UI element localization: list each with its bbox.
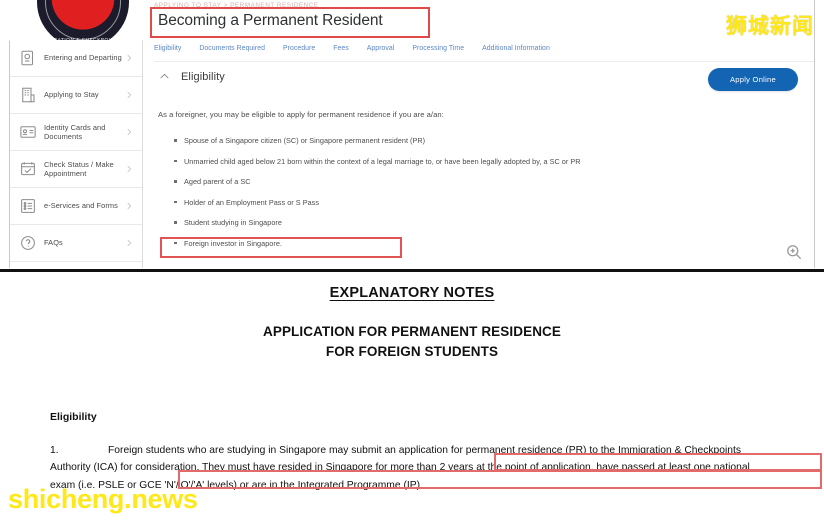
sidebar-item-check-status[interactable]: Check Status / Make Appointment — [10, 151, 142, 188]
sidebar-nav: Entering and Departing Applying to Stay — [10, 40, 143, 268]
tab-fees[interactable]: Fees — [333, 45, 358, 52]
sidebar-item-label: Applying to Stay — [44, 90, 99, 100]
sidebar-item-identity-cards[interactable]: Identity Cards and Documents — [10, 114, 142, 151]
eligibility-lead-text: As a foreigner, you may be eligible to a… — [158, 110, 444, 119]
section-title: Eligibility — [181, 70, 225, 83]
document-subheading-line2: FOR FOREIGN STUDENTS — [325, 344, 499, 359]
page-title: Becoming a Permanent Resident — [158, 12, 383, 29]
sidebar-item-label: e-Services and Forms — [44, 201, 118, 211]
chevron-right-icon — [124, 53, 134, 63]
chevron-right-icon — [124, 238, 134, 248]
passport-icon — [19, 49, 37, 67]
ica-website-panel: IMMIGRATION & CHECKPOINTS AUTHORITY Ente… — [0, 0, 824, 272]
id-card-icon — [19, 123, 37, 141]
eligibility-bullet-list: Spouse of a Singapore citizen (SC) or Si… — [172, 136, 581, 259]
zoom-in-icon[interactable] — [784, 242, 804, 262]
tab-eligibility[interactable]: Eligibility — [154, 45, 190, 52]
document-heading: EXPLANATORY NOTES — [329, 285, 495, 301]
tab-approval[interactable]: Approval — [367, 45, 404, 52]
chevron-right-icon — [124, 127, 134, 137]
tab-procedure[interactable]: Procedure — [283, 45, 324, 52]
list-item: Holder of an Employment Pass or S Pass — [172, 198, 581, 207]
tabs-divider — [154, 61, 814, 62]
list-item: Spouse of a Singapore citizen (SC) or Si… — [172, 136, 581, 145]
logo-area: IMMIGRATION & CHECKPOINTS AUTHORITY — [9, 0, 143, 48]
tab-additional-information[interactable]: Additional Information — [482, 45, 559, 52]
sidebar-item-label: Entering and Departing — [44, 53, 122, 63]
eligibility-section-header[interactable]: Eligibility — [158, 70, 225, 83]
tab-processing-time[interactable]: Processing Time — [412, 45, 473, 52]
watermark-top-right: 狮城新闻 — [726, 14, 814, 38]
list-item: Unmarried child aged below 21 born withi… — [172, 157, 581, 166]
document-section-label: Eligibility — [50, 411, 97, 423]
screenshot-root: IMMIGRATION & CHECKPOINTS AUTHORITY Ente… — [0, 0, 824, 520]
sidebar-item-applying-to-stay[interactable]: Applying to Stay — [10, 77, 142, 114]
document-subheading: APPLICATION FOR PERMANENT RESIDENCE FOR … — [0, 322, 824, 362]
calendar-check-icon — [19, 160, 37, 178]
watermark-bottom-left: shicheng.news — [8, 484, 198, 514]
tab-documents-required[interactable]: Documents Required — [199, 45, 274, 52]
chevron-right-icon — [124, 90, 134, 100]
sidebar-item-label: Check Status / Make Appointment — [44, 159, 114, 178]
apply-online-button[interactable]: Apply Online — [707, 68, 798, 91]
list-item: Foreign investor in Singapore. — [172, 239, 581, 248]
list-item: Student studying in Singapore — [172, 218, 581, 227]
chevron-up-icon[interactable] — [158, 70, 171, 83]
sidebar-item-eservices-forms[interactable]: e-Services and Forms — [10, 188, 142, 225]
building-icon — [19, 86, 37, 104]
chevron-right-icon — [124, 164, 134, 174]
chevron-right-icon — [124, 201, 134, 211]
main-content: APPLYING TO STAY > PERMANENT RESIDENCE B… — [150, 0, 814, 268]
list-item: Aged parent of a SC — [172, 177, 581, 186]
paragraph-number: 1. — [50, 445, 59, 456]
section-tabs: Eligibility Documents Required Procedure… — [154, 45, 568, 52]
question-circle-icon — [19, 234, 37, 252]
sidebar-item-label: Identity Cards and Documents — [44, 122, 106, 141]
sidebar-item-entering-departing[interactable]: Entering and Departing — [10, 40, 142, 77]
sidebar-item-label: FAQs — [44, 238, 63, 248]
breadcrumb[interactable]: APPLYING TO STAY > PERMANENT RESIDENCE — [154, 2, 319, 9]
list-form-icon — [19, 197, 37, 215]
sidebar-item-faqs[interactable]: FAQs — [10, 225, 142, 262]
document-subheading-line1: APPLICATION FOR PERMANENT RESIDENCE — [262, 324, 561, 339]
